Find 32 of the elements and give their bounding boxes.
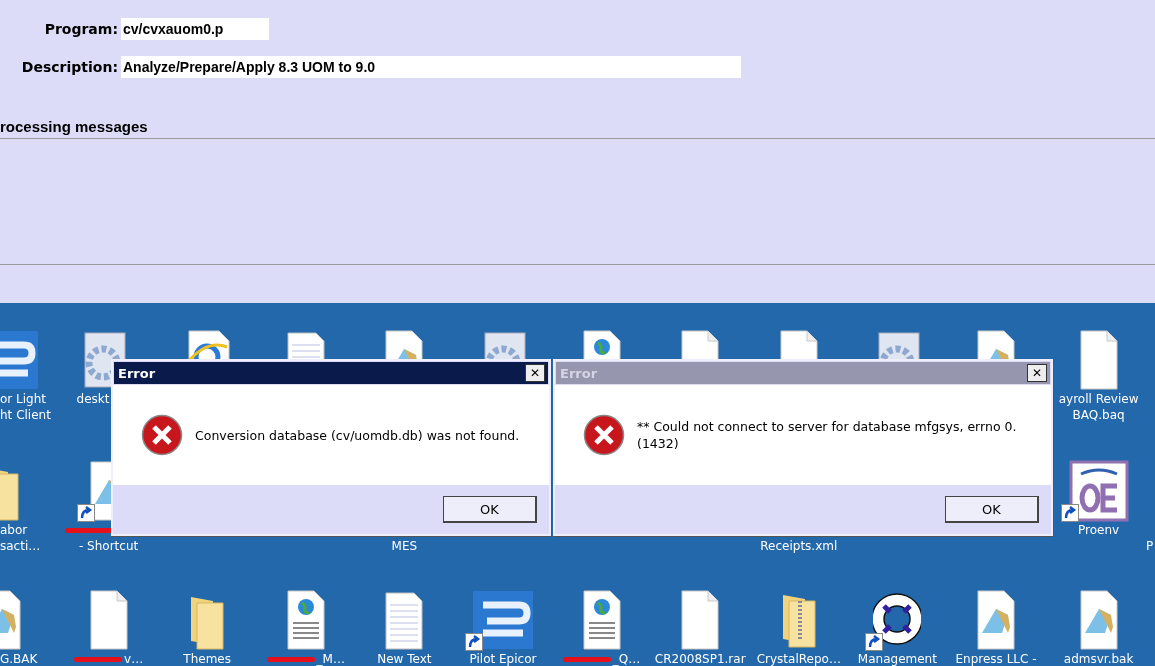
icon-label: CrystalRepo… xyxy=(756,651,841,666)
error-message: ** Could not connect to server for database mfgsys, errno 0. xyxy=(637,418,1017,435)
icon-label: Pilot Epicor xyxy=(469,651,537,666)
icon-label: ht Client xyxy=(0,407,51,423)
error-message: Conversion database (cv/uomdb.db) was not found. xyxy=(195,426,520,444)
error-message: (1432) xyxy=(637,435,680,452)
icon-label: sacti… xyxy=(0,538,41,554)
field-label: Description: xyxy=(20,59,119,75)
icon-label: v… xyxy=(124,651,144,666)
icon-label: P xyxy=(1146,538,1154,554)
icon-label: CR2008SP1.rar xyxy=(654,651,746,666)
icon-label: deskt xyxy=(76,391,110,407)
icon-label: Receipts.xml xyxy=(760,538,838,554)
icon-label: admsvr.bak xyxy=(1063,651,1134,666)
icon-label: ayroll Review xyxy=(1058,391,1139,407)
icon-label: _M… xyxy=(316,651,345,666)
icon-label: Proenv xyxy=(1078,522,1120,538)
icon-label: Management xyxy=(857,651,937,666)
field-label: Program: xyxy=(43,21,119,37)
icon-label: MES xyxy=(391,538,418,554)
window-title: Error xyxy=(118,365,156,381)
icon-label: Themes xyxy=(183,651,231,666)
icon-label: Enpress LLC - xyxy=(955,651,1037,666)
icon-label: _Q… xyxy=(612,651,641,666)
icon-label: G.BAK xyxy=(0,651,38,666)
icon-label: BAQ.baq xyxy=(1072,407,1125,423)
icon-label: - Shortcut xyxy=(78,538,139,554)
icon-label: abor xyxy=(0,522,28,538)
icon-label: New Text xyxy=(377,651,432,666)
window-title: Error xyxy=(560,365,598,381)
section-label: rocessing messages xyxy=(0,118,149,137)
icon-label: or Light xyxy=(0,391,47,407)
